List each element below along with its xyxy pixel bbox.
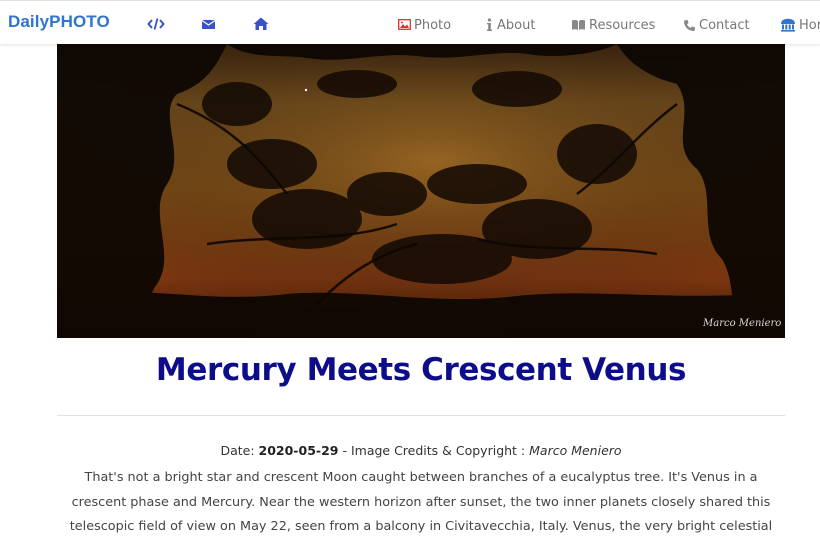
photo-description: That's not a bright star and crescent Mo… <box>69 470 773 545</box>
nav-resources-link[interactable]: Resources <box>571 16 655 34</box>
credit-label: - Image Credits & Copyright : <box>342 443 526 458</box>
nav-contact-link[interactable]: Contact <box>683 16 750 34</box>
book-icon <box>572 20 585 30</box>
nav-about-link[interactable]: About <box>485 16 535 34</box>
nav-home-link[interactable]: Hor <box>780 16 820 34</box>
photo-meta: Date: 2020-05-29 - Image Credits & Copyr… <box>57 443 785 458</box>
top-navbar: DailyPHOTO Photo About Resources Contact… <box>0 0 820 44</box>
phone-icon <box>684 19 695 31</box>
brand-logo[interactable]: DailyPHOTO <box>8 12 110 32</box>
image-icon <box>398 19 411 30</box>
envelope-icon[interactable] <box>200 15 218 33</box>
photographer-signature: Marco Meniero <box>702 318 781 329</box>
home-icon[interactable] <box>252 15 270 33</box>
nav-home-label: Hor <box>799 17 820 33</box>
nav-photo-label: Photo <box>414 17 452 33</box>
featured-photo: Marco Meniero <box>57 44 785 338</box>
code-icon[interactable] <box>147 15 165 33</box>
photo-title: Mercury Meets Crescent Venus <box>155 352 687 388</box>
nav-contact-label: Contact <box>699 17 750 33</box>
date-label: Date: <box>220 443 255 458</box>
nav-about-label: About <box>497 17 536 33</box>
divider <box>57 415 785 416</box>
photo-author: Marco Meniero <box>529 443 622 458</box>
photo-date: 2020-05-29 <box>258 443 339 458</box>
nav-resources-label: Resources <box>589 17 656 33</box>
nav-photo-link[interactable]: Photo <box>398 16 451 34</box>
university-icon <box>781 18 795 32</box>
info-icon <box>487 18 492 31</box>
